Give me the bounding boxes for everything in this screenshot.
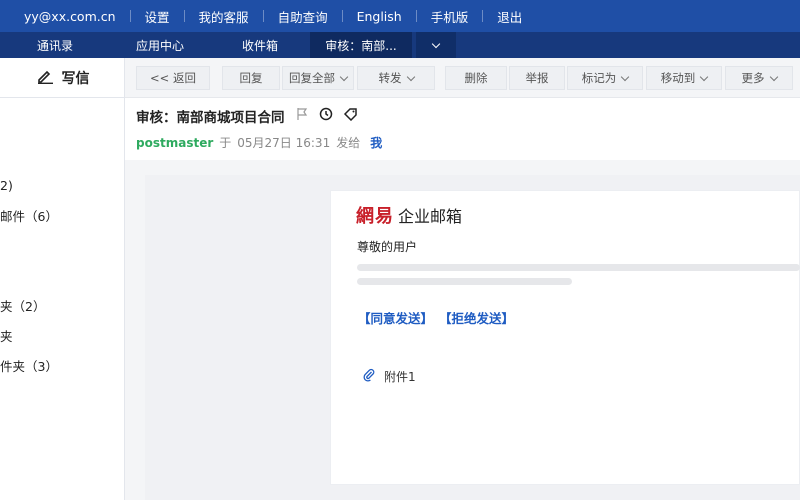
report-button[interactable]: 举报 [509,66,565,90]
sent-to-label: 发给 [336,136,361,150]
mark-as-label: 标记为 [581,71,617,85]
chevron-down-icon [406,72,415,81]
mail-meta: postmaster 于 05月27日 16:31 发给 我 [136,134,382,151]
tab-app-center[interactable]: 应用中心 [110,32,210,58]
more-label: 更多 [741,71,765,85]
sidebar-item-mail[interactable]: 邮件（6） [0,206,58,225]
agree-send-link[interactable]: 【同意发送】 [358,308,433,327]
reject-send-link[interactable]: 【拒绝发送】 [439,308,514,327]
pen-icon [36,68,54,87]
clock-icon[interactable] [319,107,333,125]
tab-dropdown-button[interactable] [416,32,456,58]
tab-current-mail[interactable]: 审核：南部... [310,32,412,58]
brand-title: 企业邮箱 [398,207,463,226]
more-button[interactable]: 更多 [725,66,793,90]
move-to-label: 移动到 [660,71,696,85]
reply-all-label: 回复全部 [289,71,335,85]
sidebar-item-folder[interactable]: 夹（2） [0,296,45,315]
mail-toolbar: << 返回 回复 回复全部 转发 删除 举报 标记为 移动到 更多 [125,58,800,98]
action-links: 【同意发送】 【拒绝发送】 [358,308,514,327]
self-service-link[interactable]: 自助查询 [264,0,342,32]
flag-icon[interactable] [295,107,309,125]
chevron-down-icon [431,39,441,48]
back-button[interactable]: << 返回 [136,66,210,90]
reply-all-button[interactable]: 回复全部 [282,66,354,90]
text-placeholder [357,264,800,271]
delete-button[interactable]: 删除 [445,66,507,90]
greeting-text: 尊敬的用户 [357,240,418,254]
write-button[interactable]: 写信 [0,58,125,98]
sidebar-item-folder[interactable]: 夹 [0,326,13,345]
attachment-name: 附件1 [384,370,416,384]
top-nav-bar: yy@xx.com.cn 设置 我的客服 自助查询 English 手机版 退出 [0,0,800,32]
netease-logo: 網易 [356,206,394,227]
move-to-button[interactable]: 移动到 [646,66,722,90]
sender-name[interactable]: postmaster [136,136,213,150]
forward-label: 转发 [378,71,402,85]
chevron-down-icon [700,72,709,81]
paperclip-icon [362,368,376,385]
at-label: 于 [219,136,232,150]
mail-subject-row: 审核：南部商城项目合同 [136,106,359,126]
chevron-down-icon [621,72,630,81]
sidebar: 写信 2) 邮件（6） 夹（2） 夹 件夹（3） [0,58,125,500]
settings-link[interactable]: 设置 [131,0,184,32]
english-link[interactable]: English [343,0,416,32]
write-label: 写信 [61,70,90,87]
brand-header: 網易 企业邮箱 [356,202,462,228]
tab-contacts[interactable]: 通讯录 [0,32,110,58]
tab-inbox[interactable]: 收件箱 [210,32,310,58]
attachment-item[interactable]: 附件1 [362,368,416,385]
tag-icon[interactable] [343,107,359,125]
mail-date: 05月27日 16:31 [237,136,331,150]
recipient-name[interactable]: 我 [370,134,382,151]
customer-service-link[interactable]: 我的客服 [185,0,263,32]
mail-body-card [330,190,800,485]
sidebar-item-folder[interactable]: 件夹（3） [0,356,58,375]
tab-bar: 通讯录 应用中心 收件箱 审核：南部... [0,32,800,58]
forward-button[interactable]: 转发 [357,66,435,90]
sidebar-item-folder[interactable]: 2) [0,178,13,193]
mobile-version-link[interactable]: 手机版 [417,0,483,32]
reply-button[interactable]: 回复 [222,66,280,90]
logout-link[interactable]: 退出 [483,0,536,32]
text-placeholder [357,278,572,285]
mark-as-button[interactable]: 标记为 [567,66,643,90]
chevron-down-icon [769,72,778,81]
account-email[interactable]: yy@xx.com.cn [0,0,130,32]
chevron-down-icon [339,72,349,81]
mail-subject: 审核：南部商城项目合同 [136,110,285,126]
